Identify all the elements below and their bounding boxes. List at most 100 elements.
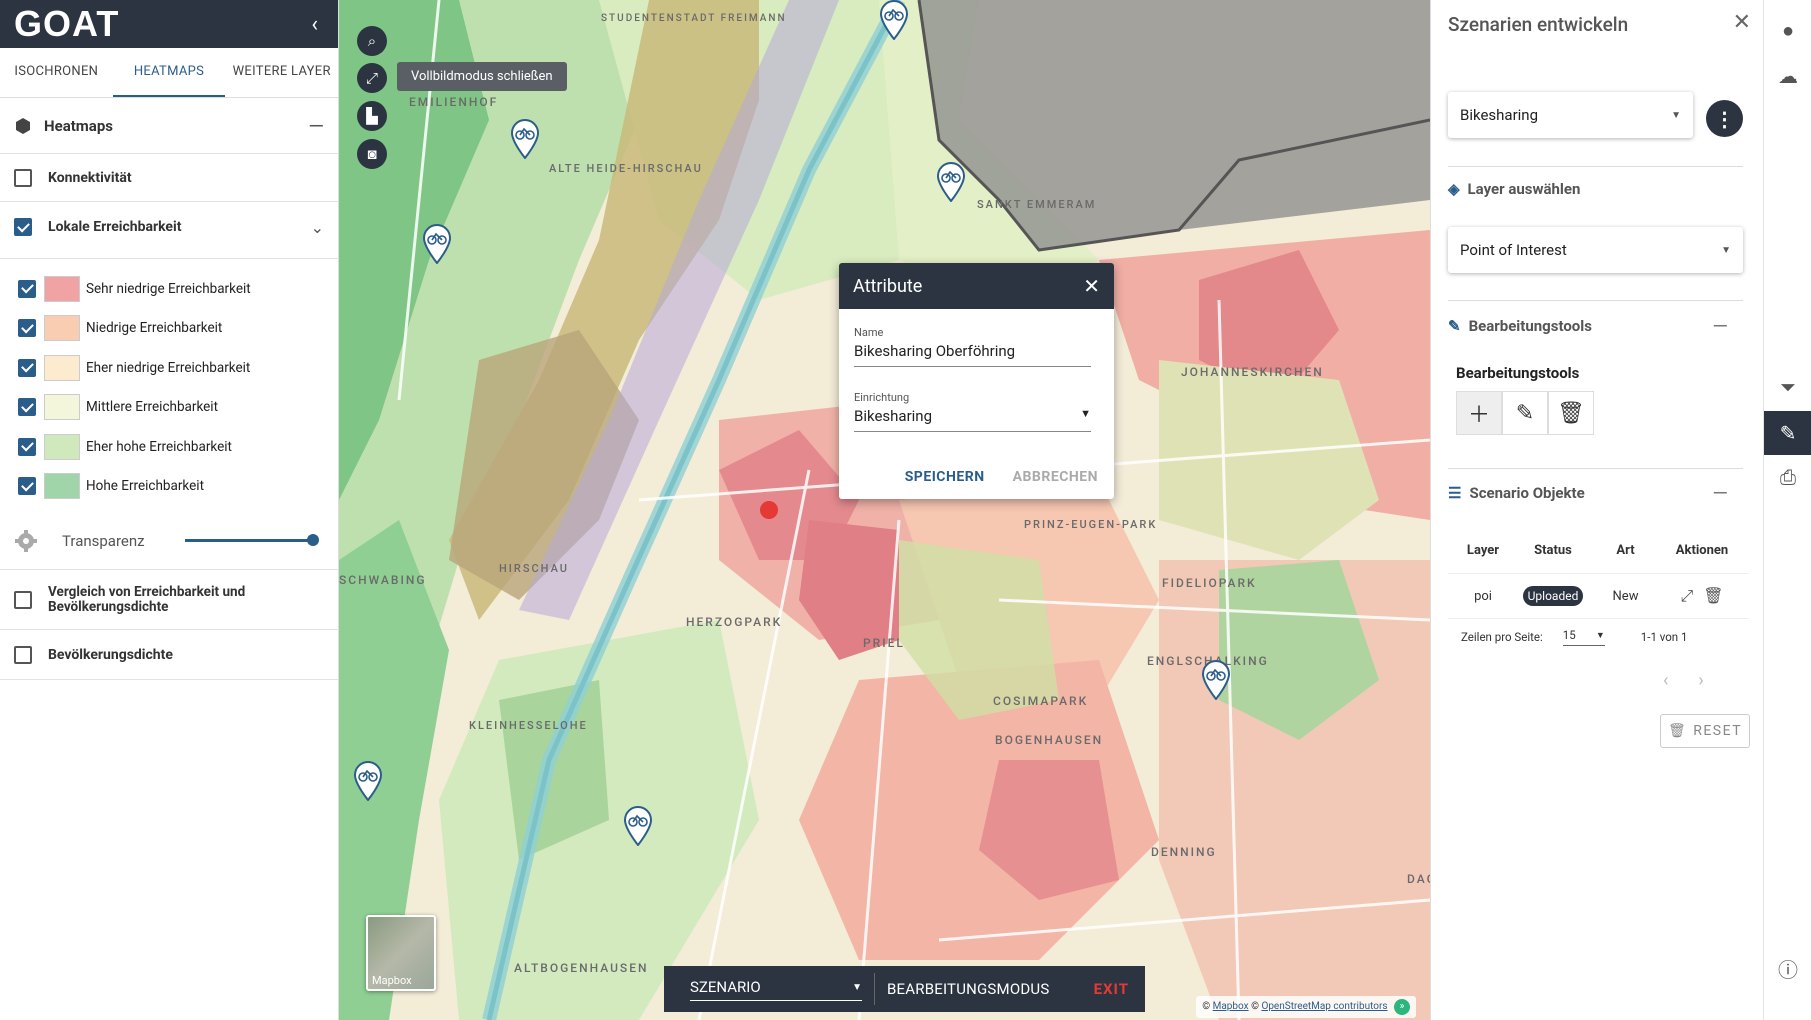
scenario-dropdown[interactable]: Bikesharing ▼ — [1448, 92, 1693, 138]
name-input[interactable]: Bikesharing Oberföhring — [854, 339, 1091, 367]
lokale-checkbox[interactable] — [14, 218, 32, 236]
legend-checkbox[interactable] — [18, 477, 36, 496]
legend-row[interactable]: Eher hohe Erreichbarkeit — [18, 427, 338, 467]
collapse-heatmaps-icon[interactable]: — — [308, 114, 324, 138]
bevoelkerung-checkbox[interactable] — [14, 645, 32, 664]
layer-dropdown[interactable]: Point of Interest ▼ — [1448, 227, 1743, 273]
legend-label: Eher hohe Erreichbarkeit — [86, 438, 232, 455]
bike-poi-icon[interactable] — [422, 224, 452, 264]
lokale-row[interactable]: Lokale Erreichbarkeit ⌄ — [0, 202, 338, 252]
collapse-sidebar-icon[interactable]: ‹ — [311, 12, 318, 37]
scenario-panel: Szenarien entwickeln ✕ Bikesharing ▼ ⋮ ◈… — [1430, 0, 1763, 1020]
edit-feature-button[interactable]: ✎ — [1502, 391, 1548, 435]
map-attribution: © Mapbox © OpenStreetMap contributors » — [1196, 996, 1416, 1018]
map[interactable]: ⌕ ⤢ Vollbildmodus schließen ▙ ◙ EMILIENH… — [339, 0, 1430, 1020]
objects-title: Scenario Objekte — [1469, 484, 1585, 502]
dialog-title: Attribute — [853, 275, 923, 297]
reset-button[interactable]: 🗑 RESET — [1660, 714, 1750, 748]
tab-heatmaps[interactable]: HEATMAPS — [112, 48, 226, 97]
search-map-button[interactable]: ⌕ — [357, 26, 387, 56]
more-options-button[interactable]: ⋮ — [1706, 100, 1743, 137]
tab-isochronen[interactable]: ISOCHRONEN — [0, 48, 113, 97]
map-label: HIRSCHAU — [499, 562, 569, 575]
measure-button[interactable]: ▙ — [357, 101, 387, 131]
collapse-objects-icon[interactable]: — — [1712, 481, 1728, 505]
cloud-icon[interactable]: ☁ — [1764, 54, 1811, 98]
bike-poi-icon[interactable] — [353, 761, 383, 801]
dropdown-arrow-icon: ▼ — [1671, 109, 1681, 121]
layers-map-button[interactable]: ◙ — [357, 139, 387, 169]
heatmaps-header[interactable]: Heatmaps — — [0, 98, 338, 154]
bike-poi-icon[interactable] — [936, 162, 966, 202]
legend-row[interactable]: Mittlere Erreichbarkeit — [18, 388, 338, 428]
konnektivitaet-row[interactable]: Konnektivität — [0, 154, 338, 202]
objects-header[interactable]: ☰ Scenario Objekte — — [1448, 481, 1728, 505]
einrichtung-select[interactable]: Bikesharing ▼ — [854, 404, 1091, 432]
map-label: HERZOGPARK — [686, 615, 783, 629]
fullscreen-exit-button[interactable]: ⤢ — [357, 63, 387, 93]
legend-checkbox[interactable] — [18, 398, 36, 417]
tools-header[interactable]: ✎ Bearbeitungstools — — [1448, 314, 1728, 338]
scenario-edit-icon[interactable]: ✎ — [1764, 411, 1811, 455]
legend-row[interactable]: Eher niedrige Erreichbarkeit — [18, 348, 338, 388]
slider-handle[interactable] — [306, 534, 319, 546]
next-page-icon[interactable]: › — [1698, 670, 1703, 691]
legend-checkbox[interactable] — [18, 319, 36, 338]
vergleich-row[interactable]: Vergleich von Erreichbarkeit und Bevölke… — [0, 570, 338, 630]
exit-button[interactable]: EXIT — [1094, 980, 1129, 998]
legend-row[interactable]: Niedrige Erreichbarkeit — [18, 309, 338, 349]
cancel-button[interactable]: ABBRECHEN — [1013, 469, 1098, 485]
bevoelkerung-row[interactable]: Bevölkerungsdichte — [0, 630, 338, 680]
name-field[interactable]: Name Bikesharing Oberföhring — [854, 326, 1091, 367]
legend-checkbox[interactable] — [18, 437, 36, 456]
zoom-to-icon[interactable]: ⤢ — [1680, 586, 1693, 605]
legend-swatch — [44, 354, 80, 381]
legend-label: Eher niedrige Erreichbarkeit — [86, 359, 251, 376]
legend-row[interactable]: Sehr niedrige Erreichbarkeit — [18, 269, 338, 309]
einrichtung-field[interactable]: Einrichtung Bikesharing ▼ — [854, 391, 1091, 432]
name-label: Name — [854, 326, 884, 339]
basemap-switcher[interactable]: Mapbox — [366, 915, 436, 991]
filter-icon[interactable]: ⏷ — [1764, 365, 1811, 409]
transparency-slider[interactable] — [184, 534, 319, 546]
map-label: JOHANNESKIRCHEN — [1181, 365, 1324, 379]
selected-point-icon[interactable] — [757, 496, 781, 520]
close-icon[interactable]: ✕ — [1733, 10, 1751, 35]
print-icon[interactable]: ⎙ — [1764, 455, 1811, 499]
scenario-select[interactable]: SZENARIO ▼ — [690, 978, 862, 1001]
add-feature-button[interactable]: ＋ — [1456, 391, 1502, 435]
app-logo: GOAT — [14, 3, 120, 44]
close-icon[interactable]: ✕ — [1083, 274, 1100, 298]
collapse-tools-icon[interactable]: — — [1712, 314, 1728, 338]
bike-poi-icon[interactable] — [510, 119, 540, 159]
save-button[interactable]: SPEICHERN — [905, 469, 985, 485]
reset-label: RESET — [1693, 723, 1743, 739]
rows-per-page-select[interactable]: 15 ▼ — [1562, 628, 1605, 646]
scenario-objects-table: Layer Status Art Aktionen poi Uploaded N… — [1448, 527, 1748, 619]
col-aktionen: Aktionen — [1675, 542, 1729, 558]
prev-page-icon[interactable]: ‹ — [1663, 670, 1668, 691]
legend-checkbox[interactable] — [18, 358, 36, 377]
bike-poi-icon[interactable] — [1201, 660, 1231, 700]
osm-link[interactable]: OpenStreetMap contributors — [1261, 1001, 1387, 1012]
delete-icon[interactable]: 🗑 — [1703, 586, 1723, 605]
delete-feature-button[interactable]: 🗑 — [1548, 391, 1594, 435]
konnektivitaet-checkbox[interactable] — [14, 168, 32, 187]
account-icon[interactable]: ● — [1764, 8, 1811, 52]
vergleich-label: Vergleich von Erreichbarkeit und Bevölke… — [48, 583, 246, 615]
info-icon[interactable]: ⓘ — [1764, 946, 1811, 990]
bike-poi-icon[interactable] — [879, 0, 909, 40]
legend-checkbox[interactable] — [18, 279, 36, 298]
col-layer[interactable]: Layer — [1448, 543, 1518, 558]
dropdown-arrow-icon: ▼ — [852, 981, 862, 993]
mapbox-link[interactable]: Mapbox — [1213, 1001, 1249, 1012]
vergleich-checkbox[interactable] — [14, 590, 32, 609]
attribution-toggle-icon[interactable]: » — [1394, 999, 1410, 1015]
tab-weitere-layer[interactable]: WEITERE LAYER — [225, 48, 338, 97]
edit-icon: ✎ — [1448, 317, 1461, 335]
col-status[interactable]: Status — [1518, 543, 1588, 558]
chevron-down-icon[interactable]: ⌄ — [311, 218, 324, 237]
col-art[interactable]: Art — [1588, 543, 1663, 558]
bike-poi-icon[interactable] — [623, 806, 653, 846]
legend-row[interactable]: Hohe Erreichbarkeit — [18, 467, 338, 507]
